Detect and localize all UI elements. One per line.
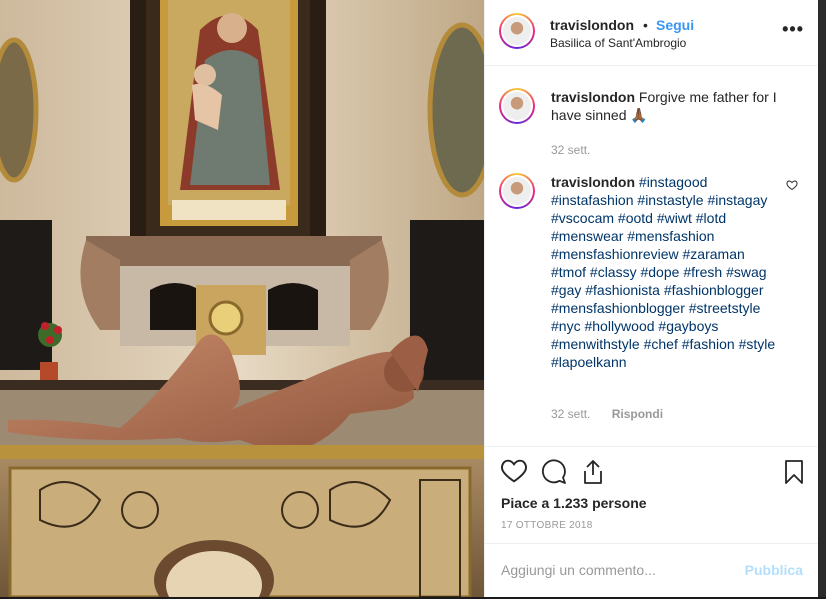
hashtag-link[interactable]: #menswear [551, 228, 623, 244]
hashtag-link[interactable]: #vscocam [551, 210, 614, 226]
like-heart-icon[interactable] [501, 459, 527, 488]
separator-dot: • [643, 17, 648, 33]
hashtag-link[interactable]: #zaraman [683, 246, 745, 262]
hashtag-link[interactable]: #instastyle [637, 192, 703, 208]
hashtag-link[interactable]: #fashionblogger [664, 282, 764, 298]
hashtag-link[interactable]: #chef [644, 336, 678, 352]
reply-button[interactable]: Rispondi [612, 407, 663, 421]
comments-list: travislondon Forgive me father for I hav… [485, 66, 818, 446]
hashtag-link[interactable]: #streetstyle [689, 300, 761, 316]
header-username[interactable]: travislondon [550, 17, 634, 33]
hashtag-link[interactable]: #style [739, 336, 776, 352]
hashtag-link[interactable]: #menwithstyle [551, 336, 640, 352]
window-edge [818, 0, 826, 597]
hashtag-link[interactable]: #mensfashion [627, 228, 714, 244]
hashtag-link[interactable]: #instafashion [551, 192, 634, 208]
comment-time[interactable]: 32 sett. [551, 143, 590, 157]
hashtag-link[interactable]: #fashion [682, 336, 735, 352]
hashtag-link[interactable]: #fashionista [585, 282, 660, 298]
post-actions: Piace a 1.233 persone 17 OTTOBRE 2018 Ag… [485, 446, 818, 598]
avatar[interactable] [499, 88, 535, 124]
comment-input[interactable]: Aggiungi un commento... [501, 562, 656, 578]
hashtag-link[interactable]: #nyc [551, 318, 581, 334]
avatar[interactable] [499, 13, 535, 49]
hashtag-link[interactable]: #tmof [551, 264, 586, 280]
hashtag-link[interactable]: #lapoelkann [551, 354, 627, 370]
post-detail-panel: travislondon • Segui Basilica of Sant'Am… [484, 0, 818, 597]
more-options-icon[interactable]: ••• [782, 19, 804, 40]
post-header: travislondon • Segui Basilica of Sant'Am… [485, 0, 818, 66]
comment-time[interactable]: 32 sett. [551, 407, 590, 421]
add-comment-bar: Aggiungi un commento... Pubblica [485, 543, 818, 599]
like-comment-heart-icon[interactable] [786, 178, 798, 196]
hashtag-link[interactable]: #gayboys [658, 318, 718, 334]
hashtag-link[interactable]: #dope [640, 264, 679, 280]
hashtag-link[interactable]: #instagood [639, 174, 708, 190]
avatar[interactable] [499, 173, 535, 209]
hashtag-link[interactable]: #hollywood [584, 318, 654, 334]
hashtag-link[interactable]: #mensfashionblogger [551, 300, 685, 316]
comment-meta: 32 sett. Rispondi [551, 407, 663, 421]
pray-emoji: 🙏🏾 [630, 107, 648, 123]
comment-bubble-icon[interactable] [541, 459, 567, 490]
hashtag-link[interactable]: #wiwt [657, 210, 692, 226]
comment-username[interactable]: travislondon [551, 89, 635, 105]
hashtag-link[interactable]: #lotd [696, 210, 726, 226]
hashtag-link[interactable]: #ootd [618, 210, 653, 226]
comment-username[interactable]: travislondon [551, 174, 635, 190]
share-icon[interactable] [581, 459, 605, 490]
hashtag-link[interactable]: #swag [726, 264, 766, 280]
follow-button[interactable]: Segui [656, 17, 694, 33]
post-photo[interactable] [0, 0, 484, 597]
hashtag-link[interactable]: #gay [551, 282, 581, 298]
bookmark-icon[interactable] [784, 459, 804, 490]
comment-meta: 32 sett. [551, 143, 590, 157]
like-count[interactable]: Piace a 1.233 persone [501, 495, 647, 511]
post-date[interactable]: 17 OTTOBRE 2018 [501, 520, 593, 531]
comment-text: travislondon Forgive me father for I hav… [551, 88, 783, 124]
publish-button[interactable]: Pubblica [745, 562, 803, 578]
hashtag-link[interactable]: #classy [590, 264, 637, 280]
hashtag-link[interactable]: #fresh [683, 264, 722, 280]
hashtag-link[interactable]: #mensfashionreview [551, 246, 679, 262]
hashtag-link[interactable]: #instagay [707, 192, 767, 208]
location-link[interactable]: Basilica of Sant'Ambrogio [550, 36, 686, 50]
comment-text: travislondon #instagood #instafashion #i… [551, 173, 783, 371]
photo-illustration [0, 0, 484, 597]
